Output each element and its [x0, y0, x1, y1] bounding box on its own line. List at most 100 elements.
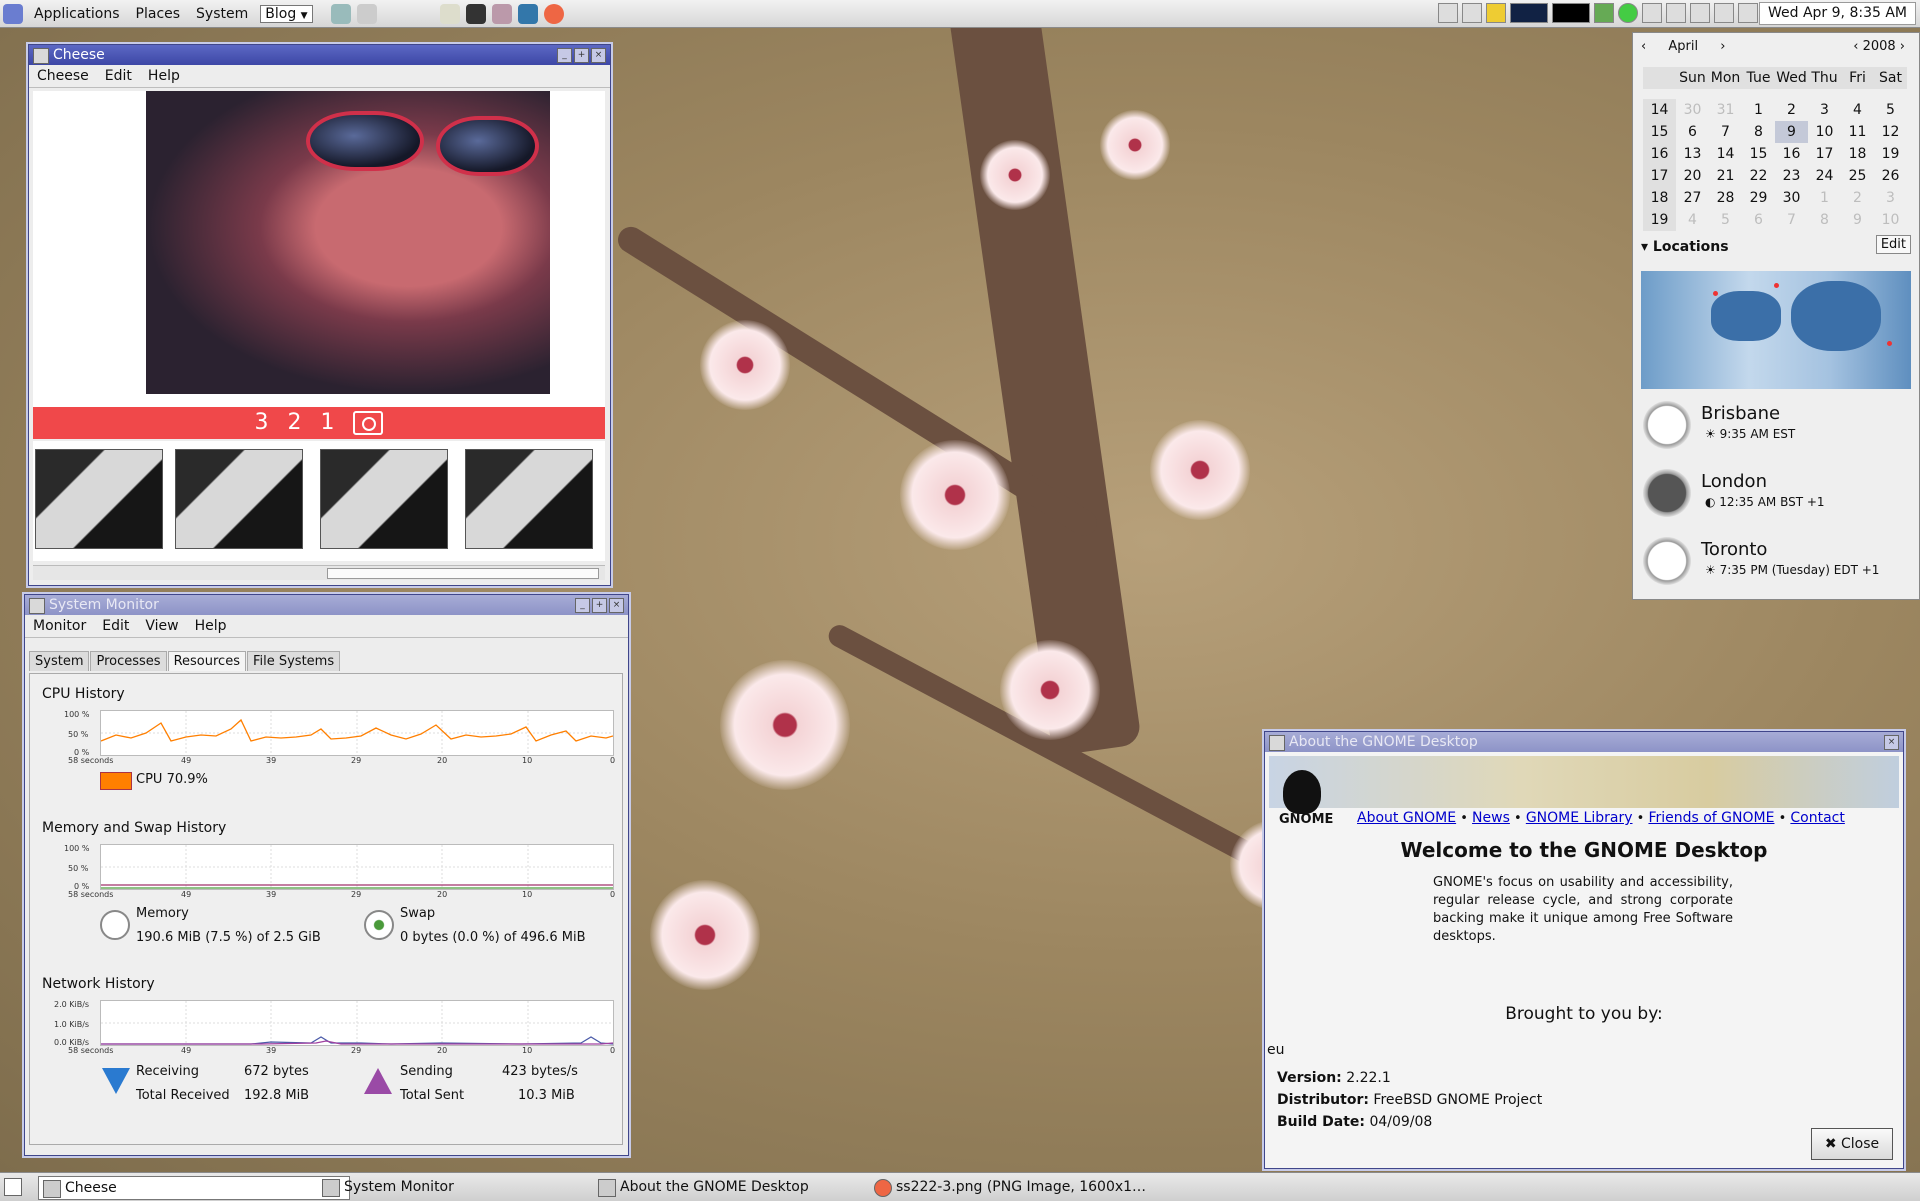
tab-resources[interactable]: Resources: [167, 651, 246, 671]
close-icon[interactable]: ×: [1884, 735, 1899, 750]
calendar-day[interactable]: 18: [1841, 143, 1874, 165]
calendar-day[interactable]: 4: [1841, 99, 1874, 121]
calendar-day[interactable]: 31: [1709, 99, 1742, 121]
registered-icon[interactable]: [1666, 3, 1686, 23]
mail-icon[interactable]: [1738, 3, 1758, 23]
close-icon[interactable]: ×: [609, 598, 624, 613]
link-contact[interactable]: Contact: [1790, 810, 1844, 826]
calendar-day[interactable]: 27: [1676, 187, 1709, 209]
next-month-icon[interactable]: ›: [1720, 39, 1725, 54]
clipboard-icon[interactable]: [1462, 3, 1482, 23]
location-toronto[interactable]: Toronto ☀ 7:35 PM (Tuesday) EDT +1: [1643, 537, 1911, 593]
photo-thumbnail[interactable]: [465, 449, 593, 549]
calendar-day[interactable]: 30: [1676, 99, 1709, 121]
calendar-day[interactable]: 24: [1808, 165, 1841, 187]
menu-view[interactable]: View: [137, 618, 186, 634]
calendar-day[interactable]: 6: [1742, 209, 1775, 231]
photo-thumbnail[interactable]: [35, 449, 163, 549]
terminal-icon[interactable]: [465, 3, 486, 24]
menu-help[interactable]: Help: [140, 68, 188, 84]
calendar-day[interactable]: 19: [1874, 143, 1907, 165]
cheese-titlebar[interactable]: Cheese _ + ×: [29, 45, 610, 65]
calendar-day[interactable]: 2: [1775, 99, 1808, 121]
calendar-day[interactable]: 26: [1874, 165, 1907, 187]
calendar-day[interactable]: 9: [1841, 209, 1874, 231]
text-editor-icon[interactable]: [439, 3, 460, 24]
calendar-day[interactable]: 13: [1676, 143, 1709, 165]
send-arrow-icon[interactable]: [364, 1068, 392, 1094]
taskbar-item-system-monitor[interactable]: System Monitor: [318, 1176, 614, 1198]
menu-edit[interactable]: Edit: [94, 618, 137, 634]
calendar-day[interactable]: 6: [1676, 121, 1709, 143]
calendar-day[interactable]: 21: [1709, 165, 1742, 187]
location-london[interactable]: London ◐ 12:35 AM BST +1: [1643, 469, 1911, 525]
network-icon[interactable]: [330, 3, 351, 24]
maximize-icon[interactable]: +: [592, 598, 607, 613]
link-news[interactable]: News: [1472, 810, 1510, 826]
sysmon-titlebar[interactable]: System Monitor _ + ×: [25, 595, 628, 615]
calendar-day[interactable]: 5: [1709, 209, 1742, 231]
prev-year-icon[interactable]: ‹: [1853, 39, 1858, 54]
window-icon[interactable]: [1714, 3, 1734, 23]
link-about-gnome[interactable]: About GNOME: [1357, 810, 1456, 826]
menu-help[interactable]: Help: [187, 618, 235, 634]
system-load-icon[interactable]: [1552, 3, 1590, 23]
calendar-day[interactable]: 1: [1742, 99, 1775, 121]
minimize-icon[interactable]: _: [575, 598, 590, 613]
menu-cheese[interactable]: Cheese: [29, 68, 97, 84]
calendar-day[interactable]: 10: [1874, 209, 1907, 231]
notes-icon[interactable]: [1486, 3, 1506, 23]
menu-edit[interactable]: Edit: [97, 68, 140, 84]
show-desktop-icon[interactable]: [4, 1178, 22, 1196]
calendar-day[interactable]: 9: [1775, 121, 1808, 143]
link-friends-of-gnome[interactable]: Friends of GNOME: [1648, 810, 1774, 826]
calendar-day[interactable]: 22: [1742, 165, 1775, 187]
locations-edit-button[interactable]: Edit: [1875, 235, 1911, 254]
close-icon[interactable]: ×: [591, 48, 606, 63]
email-icon[interactable]: [517, 3, 538, 24]
gnome-foot-icon[interactable]: [3, 3, 23, 24]
minimize-icon[interactable]: _: [557, 48, 572, 63]
prev-month-icon[interactable]: ‹: [1641, 39, 1646, 54]
calendar-day[interactable]: 1: [1808, 187, 1841, 209]
location-brisbane[interactable]: Brisbane ☀ 9:35 AM EST: [1643, 401, 1911, 457]
photo-thumbnail[interactable]: [175, 449, 303, 549]
calendar-day[interactable]: 7: [1775, 209, 1808, 231]
about-titlebar[interactable]: About the GNOME Desktop ×: [1265, 732, 1903, 752]
calendar-day[interactable]: 4: [1676, 209, 1709, 231]
menu-monitor[interactable]: Monitor: [25, 618, 94, 634]
calendar-day[interactable]: 29: [1742, 187, 1775, 209]
calendar-day[interactable]: 14: [1709, 143, 1742, 165]
calendar-day[interactable]: 23: [1775, 165, 1808, 187]
calendar-day[interactable]: 17: [1808, 143, 1841, 165]
memory-pie-icon[interactable]: [100, 910, 130, 940]
blog-dropdown[interactable]: Blog ▼: [260, 4, 313, 23]
tab-file-systems[interactable]: File Systems: [246, 651, 341, 671]
battery-icon[interactable]: [1594, 3, 1614, 23]
next-year-icon[interactable]: ›: [1900, 39, 1905, 54]
calendar-day[interactable]: 20: [1676, 165, 1709, 187]
volume-icon[interactable]: [1438, 3, 1458, 23]
scrollbar-thumb[interactable]: [327, 568, 599, 579]
status-icon[interactable]: [1618, 3, 1638, 23]
help-icon[interactable]: [356, 3, 377, 24]
cpu-color-swatch[interactable]: [100, 772, 132, 790]
taskbar-item-about-gnome[interactable]: About the GNOME Desktop: [594, 1176, 890, 1198]
calendar-day[interactable]: 5: [1874, 99, 1907, 121]
calendar-day[interactable]: 8: [1808, 209, 1841, 231]
swap-pie-icon[interactable]: [364, 910, 394, 940]
tab-processes[interactable]: Processes: [90, 651, 167, 671]
calendar-day[interactable]: 12: [1874, 121, 1907, 143]
take-photo-bar[interactable]: 3 2 1: [33, 407, 605, 439]
thumbnail-scrollbar[interactable]: [33, 565, 605, 580]
calendar-day[interactable]: 30: [1775, 187, 1808, 209]
applications-menu[interactable]: Applications: [26, 6, 128, 22]
places-menu[interactable]: Places: [128, 6, 189, 22]
maximize-icon[interactable]: +: [574, 48, 589, 63]
calendar-day[interactable]: 15: [1742, 143, 1775, 165]
tab-system[interactable]: System: [29, 651, 90, 671]
locations-expander[interactable]: ▾ Locations: [1641, 239, 1729, 255]
calendar-day[interactable]: 16: [1775, 143, 1808, 165]
taskbar-item-firefox[interactable]: ss222-3.png (PNG Image, 1600x1…: [870, 1176, 1166, 1198]
calendar-day[interactable]: 25: [1841, 165, 1874, 187]
